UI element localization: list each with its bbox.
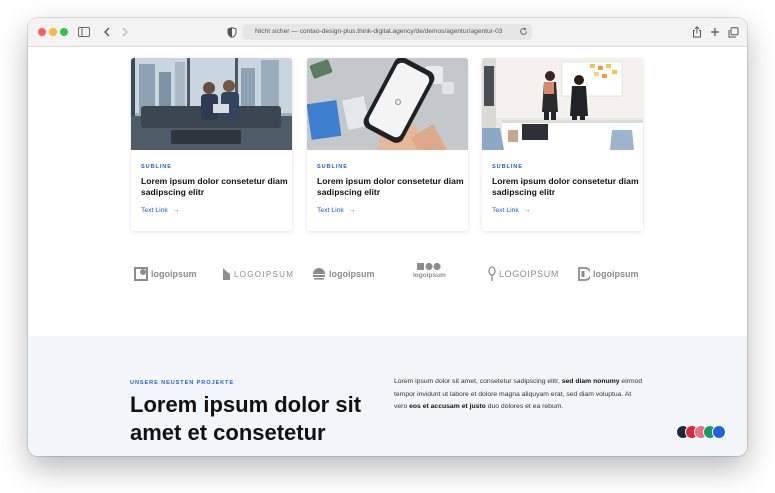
card-image-smartphone[interactable]: [307, 58, 468, 150]
card-text-link[interactable]: Text Link →: [317, 207, 356, 214]
logo-mark-icon: [417, 262, 442, 271]
arrow-right-icon: →: [348, 207, 356, 214]
partner-logo: logoipsum: [312, 264, 375, 284]
card-title[interactable]: Lorem ipsum dolor consetetur diam sadips…: [492, 176, 640, 198]
card-text-link[interactable]: Text Link →: [492, 207, 531, 214]
arrow-right-icon: →: [523, 207, 531, 214]
article-card[interactable]: SUBLINE Lorem ipsum dolor consetetur dia…: [131, 58, 292, 231]
card-subline: SUBLINE: [492, 164, 523, 170]
arrow-right-icon: →: [172, 207, 180, 214]
card-title[interactable]: Lorem ipsum dolor consetetur diam sadips…: [317, 176, 465, 198]
article-card[interactable]: SUBLINE Lorem ipsum dolor consetetur dia…: [482, 58, 643, 231]
card-text-link[interactable]: Text Link →: [141, 207, 180, 214]
browser-window: Nicht sicher — contao-design-plus.think-…: [28, 18, 747, 456]
partner-logo: LOGOIPSUM: [488, 264, 559, 284]
close-window-button[interactable]: [38, 28, 46, 36]
partner-logo: logoipsum: [413, 262, 446, 282]
card-subline: SUBLINE: [141, 164, 172, 170]
partner-logo: logoipsum: [134, 264, 197, 284]
section-headline: Lorem ipsum dolor sit amet et consetetur: [130, 392, 362, 445]
reload-icon[interactable]: [519, 27, 528, 40]
address-bar[interactable]: Nicht sicher — contao-design-plus.think-…: [242, 24, 532, 40]
back-icon[interactable]: [99, 24, 115, 40]
section-paragraph: Lorem ipsum dolor sit amet, consetetur s…: [394, 378, 643, 410]
url-text: Nicht sicher — contao-design-plus.think-…: [255, 28, 503, 35]
logo-mark-icon: [134, 267, 148, 281]
card-title[interactable]: Lorem ipsum dolor consetetur diam sadips…: [141, 176, 289, 198]
logo-mark-icon: [313, 268, 325, 280]
new-tab-icon[interactable]: [707, 24, 723, 40]
tab-overview-icon[interactable]: [725, 24, 741, 40]
zoom-window-button[interactable]: [60, 28, 68, 36]
browser-toolbar: Nicht sicher — contao-design-plus.think-…: [28, 18, 747, 47]
card-image-whiteboard-office[interactable]: [482, 58, 643, 150]
minimize-window-button[interactable]: [49, 28, 57, 36]
card-image-business-meeting[interactable]: [131, 58, 292, 150]
color-theme-switcher[interactable]: [676, 425, 728, 439]
card-subline: SUBLINE: [317, 164, 348, 170]
sidebar-icon[interactable]: [76, 24, 92, 40]
partner-logo: logoipsum: [578, 264, 639, 284]
logo-mark-icon: [488, 266, 496, 281]
article-card[interactable]: SUBLINE Lorem ipsum dolor consetetur dia…: [307, 58, 468, 231]
logo-mark-icon: [223, 268, 230, 280]
partner-logo: LOGOIPSUM: [222, 264, 294, 284]
section-kicker: UNSERE NEUSTEN PROJEKTE: [130, 380, 234, 386]
shield-icon[interactable]: [224, 24, 240, 40]
logo-mark-icon: [578, 267, 590, 281]
share-icon[interactable]: [689, 24, 705, 40]
color-swatch[interactable]: [712, 425, 726, 439]
page-content: SUBLINE Lorem ipsum dolor consetetur dia…: [28, 47, 747, 456]
projects-section: UNSERE NEUSTEN PROJEKTE Lorem ipsum dolo…: [28, 336, 747, 456]
forward-icon[interactable]: [117, 24, 133, 40]
